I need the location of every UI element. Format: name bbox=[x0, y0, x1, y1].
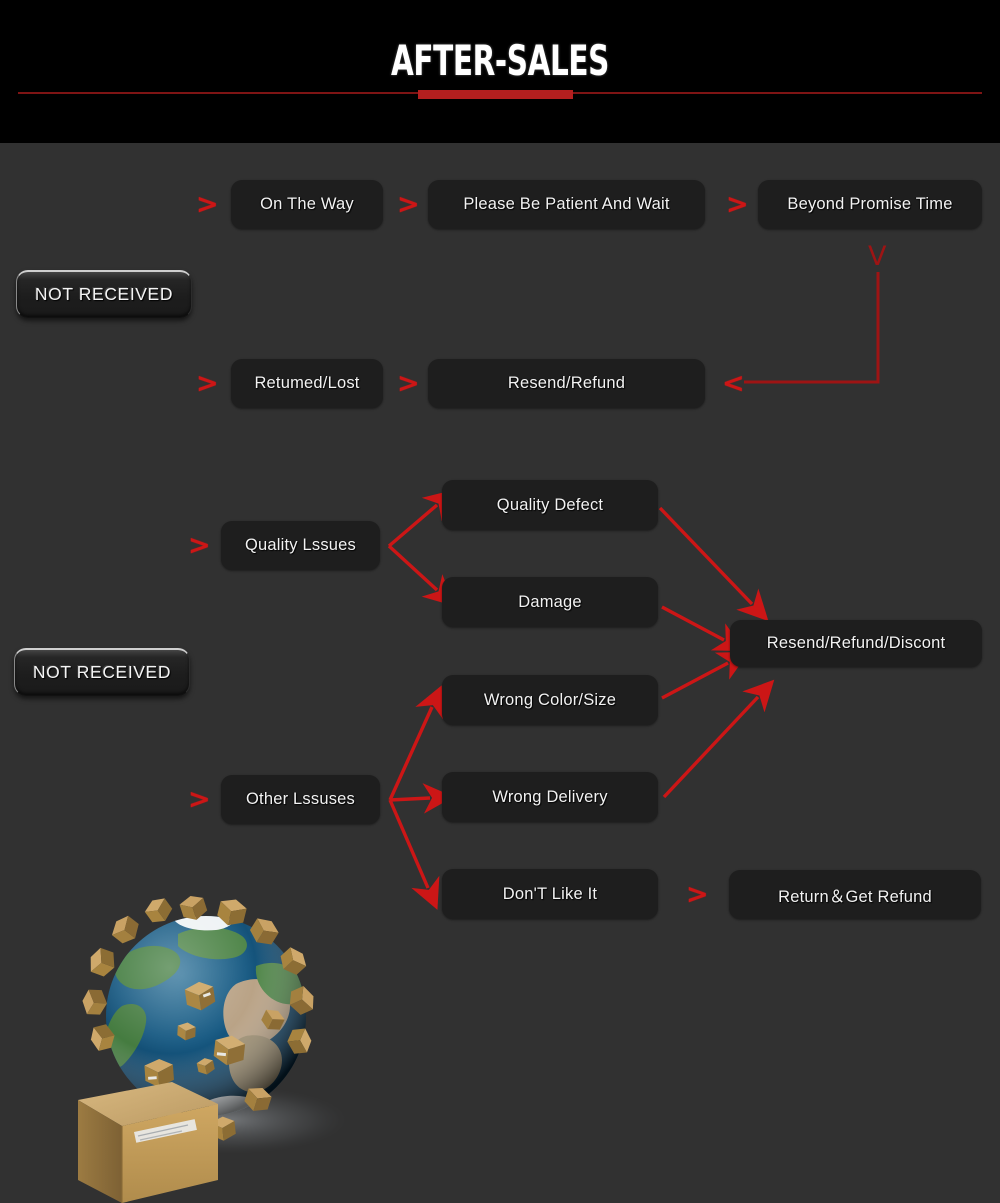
after-sales-infographic: AFTER-SALES NOT RECEIVED > On The Way > … bbox=[0, 0, 1000, 1203]
node-other-issues-label: Other Lssuses bbox=[246, 790, 355, 808]
chevron-to-other-issues: > bbox=[188, 784, 211, 815]
node-other-issues[interactable]: Other Lssuses bbox=[221, 775, 380, 824]
node-damage-label: Damage bbox=[518, 592, 582, 611]
node-return-get-refund[interactable]: Return＆Get Refund bbox=[729, 870, 981, 919]
node-dont-like-it[interactable]: Don'T Like It bbox=[442, 869, 658, 919]
node-beyond-promise-time-label: Beyond Promise Time bbox=[787, 195, 953, 213]
pill-not-received-top[interactable]: NOT RECEIVED bbox=[16, 270, 192, 318]
chevron-to-quality-issues: > bbox=[188, 530, 211, 561]
node-on-the-way-label: On The Way bbox=[260, 195, 354, 213]
quality-fork-connector bbox=[387, 489, 456, 607]
node-resend-refund-discount[interactable]: Resend/Refund/Discont bbox=[730, 620, 982, 667]
chevron-to-on-the-way: > bbox=[196, 189, 219, 220]
header-accent-bar bbox=[418, 90, 573, 99]
page-title: AFTER-SALES bbox=[390, 36, 610, 85]
node-resend-refund[interactable]: Resend/Refund bbox=[428, 359, 705, 408]
node-dont-like-it-label: Don'T Like It bbox=[502, 884, 598, 903]
node-beyond-promise-time[interactable]: Beyond Promise Time bbox=[758, 180, 982, 229]
node-please-be-patient-and-wait-label: Please Be Patient And Wait bbox=[463, 195, 670, 213]
wrong-color-to-outcome-connector bbox=[661, 651, 750, 700]
other-issues-fork-connector bbox=[388, 685, 454, 910]
node-return-get-refund-label: Return＆Get Refund bbox=[778, 887, 932, 906]
loopback-connector bbox=[744, 272, 880, 384]
node-on-the-way[interactable]: On The Way bbox=[231, 180, 383, 229]
page-header: AFTER-SALES bbox=[0, 0, 1000, 143]
chevron-to-resend-refund: > bbox=[397, 368, 420, 399]
chevron-to-please-be-patient: > bbox=[397, 189, 420, 220]
node-quality-issues[interactable]: Quality Lssues bbox=[221, 521, 380, 570]
node-please-be-patient-and-wait[interactable]: Please Be Patient And Wait bbox=[428, 180, 705, 229]
node-quality-defect[interactable]: Quality Defect bbox=[442, 480, 658, 530]
node-quality-issues-label: Quality Lssues bbox=[244, 536, 357, 554]
chevron-loopback-into-resend-refund: < bbox=[722, 368, 745, 399]
chevron-to-beyond-promise-time: > bbox=[726, 189, 749, 220]
node-wrong-delivery[interactable]: Wrong Delivery bbox=[442, 772, 658, 822]
chevron-down-icon: V bbox=[868, 241, 887, 272]
node-quality-defect-label: Quality Defect bbox=[496, 495, 604, 514]
node-wrong-color-size-label: Wrong Color/Size bbox=[483, 690, 617, 709]
quality-defect-to-outcome-connector bbox=[658, 506, 769, 622]
node-resend-refund-label: Resend/Refund bbox=[507, 374, 626, 392]
pill-not-received-bottom-label: NOT RECEIVED bbox=[32, 662, 172, 682]
node-damage[interactable]: Damage bbox=[442, 577, 658, 627]
foreground-shipping-box bbox=[78, 1082, 218, 1203]
pill-not-received-bottom[interactable]: NOT RECEIVED bbox=[14, 648, 190, 696]
node-resend-refund-discount-label: Resend/Refund/Discont bbox=[766, 634, 946, 652]
node-returned-lost-label: Retumed/Lost bbox=[254, 374, 360, 392]
chevron-to-returned-lost: > bbox=[196, 368, 219, 399]
node-wrong-delivery-label: Wrong Delivery bbox=[492, 787, 608, 806]
damage-to-outcome-connector bbox=[661, 605, 746, 652]
globe-with-parcels-illustration bbox=[60, 888, 360, 1203]
wrong-delivery-to-outcome-connector bbox=[662, 679, 775, 799]
node-wrong-color-size[interactable]: Wrong Color/Size bbox=[442, 675, 658, 725]
chevron-to-return-get-refund: > bbox=[686, 879, 709, 910]
node-returned-lost[interactable]: Retumed/Lost bbox=[231, 359, 383, 408]
pill-not-received-top-label: NOT RECEIVED bbox=[34, 284, 174, 304]
